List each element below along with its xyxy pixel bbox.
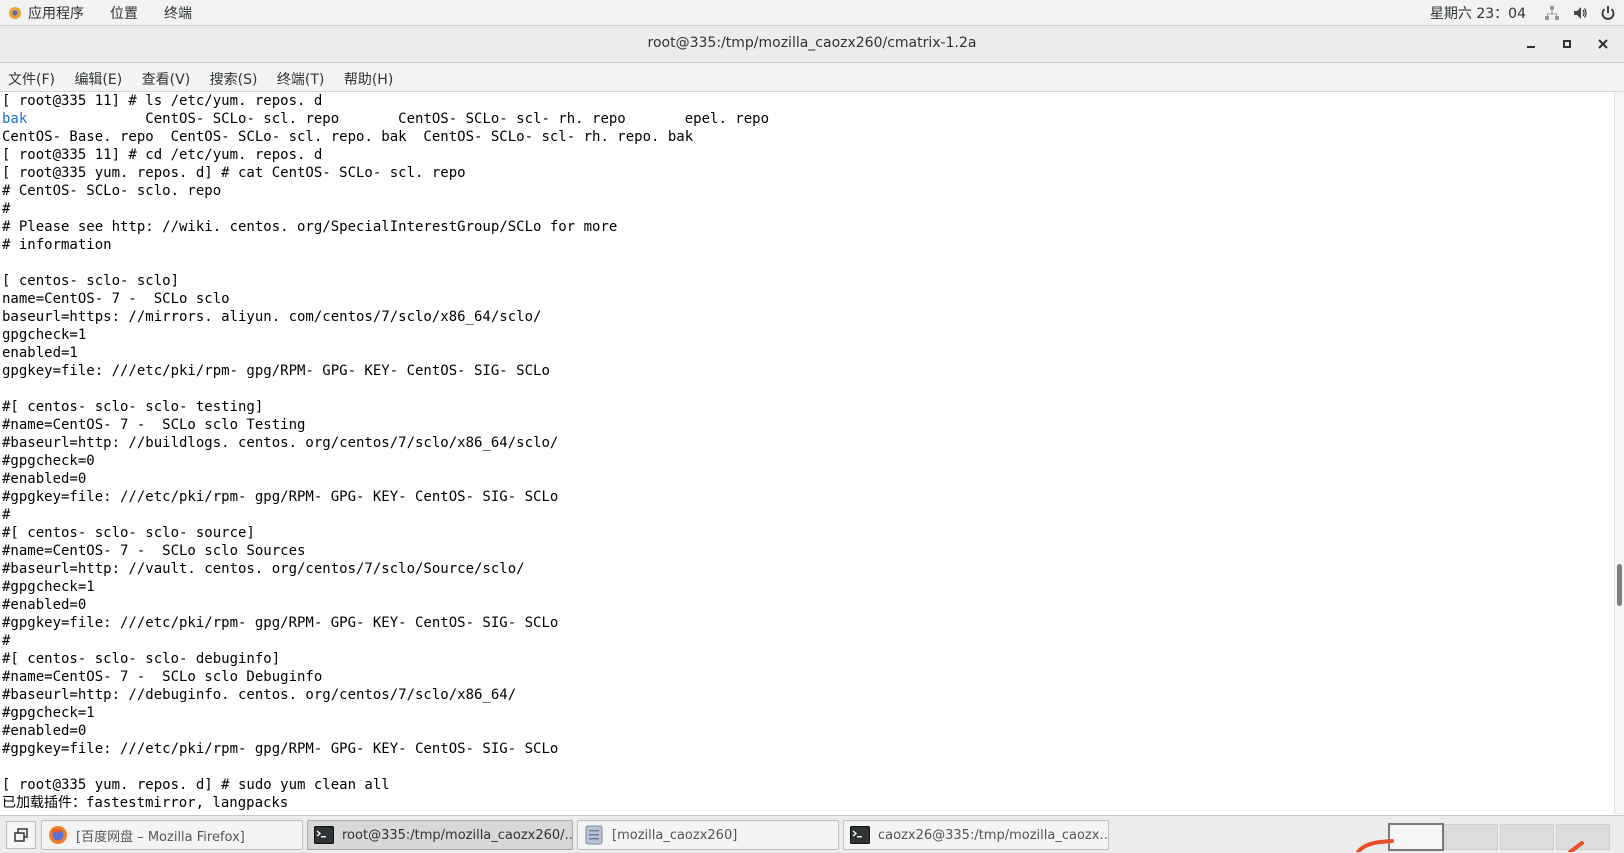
terminal-line: [ root@335 11] # cd /etc/yum. repos. d <box>2 147 323 163</box>
task-terminal-caozx26[interactable]: caozx26@335:/tmp/mozilla_caozx… <box>843 820 1109 850</box>
task-firefox[interactable]: [百度网盘 – Mozilla Firefox] <box>41 820 303 850</box>
terminal-line: #baseurl=http: //buildlogs. centos. org/… <box>2 435 559 451</box>
close-button[interactable] <box>1590 32 1616 56</box>
terminal-line: #gpgcheck=1 <box>2 705 95 721</box>
minimize-icon <box>1527 46 1535 48</box>
menu-terminal[interactable]: 终端(T) <box>269 63 331 89</box>
terminal-line: 已加载插件：fastestmirror, langpacks <box>2 795 289 811</box>
terminal-line: #gpgcheck=0 <box>2 453 95 469</box>
volume-icon[interactable] <box>1572 5 1588 21</box>
terminal-icon <box>314 825 334 845</box>
terminal-line: #name=CentOS- 7 - SCLo sclo Sources <box>2 543 306 559</box>
terminal-line: #gpgkey=file: ///etc/pki/rpm- gpg/RPM- G… <box>2 615 559 631</box>
terminal-line: [ root@335 11] # ls /etc/yum. repos. d <box>2 93 323 109</box>
maximize-button[interactable] <box>1554 32 1580 56</box>
terminal-output[interactable]: [ root@335 11] # ls /etc/yum. repos. d ba… <box>0 92 1614 814</box>
power-icon[interactable] <box>1600 5 1616 21</box>
terminal-line: # information <box>2 237 112 253</box>
terminal-line: #enabled=0 <box>2 471 87 487</box>
terminal-line: #gpgkey=file: ///etc/pki/rpm- gpg/RPM- G… <box>2 741 559 757</box>
terminal-line: enabled=1 <box>2 345 78 361</box>
terminal-line: #enabled=0 <box>2 597 87 613</box>
terminal-line: #gpgkey=file: ///etc/pki/rpm- gpg/RPM- G… <box>2 489 559 505</box>
terminal-line: [ root@335 yum. repos. d] # sudo yum cle… <box>2 777 390 793</box>
terminal-line: # CentOS- SCLo- sclo. repo <box>2 183 222 199</box>
directory-entry: bak <box>2 111 28 127</box>
menu-view[interactable]: 查看(V) <box>134 63 198 89</box>
terminal-line: bak CentOS- SCLo- scl. repo CentOS- SCLo… <box>0 110 1614 128</box>
top-panel: 应用程序 位置 终端 星期六 23：04 <box>0 0 1624 26</box>
task-terminal-root[interactable]: root@335:/tmp/mozilla_caozx260/… <box>307 820 573 850</box>
places-menu[interactable]: 位置 <box>110 3 138 23</box>
file-manager-icon <box>584 825 604 845</box>
window-titlebar[interactable]: root@335:/tmp/mozilla_caozx260/cmatrix-1… <box>0 26 1624 63</box>
menu-help[interactable]: 帮助(H) <box>336 63 400 89</box>
close-icon <box>1598 39 1608 49</box>
terminal-line: #[ centos- sclo- sclo- debuginfo] <box>2 651 281 667</box>
firefox-icon <box>48 825 68 845</box>
task-label: caozx26@335:/tmp/mozilla_caozx… <box>878 827 1109 843</box>
terminal-line: #[ centos- sclo- sclo- source] <box>2 525 255 541</box>
terminal-scrollbar[interactable] <box>1614 92 1624 814</box>
terminal-line: # <box>2 507 11 523</box>
terminal-line: [ root@335 yum. repos. d] # cat CentOS- … <box>2 165 466 181</box>
terminal-line: name=CentOS- 7 - SCLo sclo <box>2 291 230 307</box>
terminal-line: # <box>2 633 11 649</box>
show-desktop-button[interactable] <box>6 821 36 849</box>
annotation-scribble <box>1356 839 1584 852</box>
clock[interactable]: 星期六 23：04 <box>1430 3 1526 23</box>
task-file-manager[interactable]: [mozilla_caozx260] <box>577 820 839 850</box>
terminal-line: #name=CentOS- 7 - SCLo sclo Testing <box>2 417 306 433</box>
terminal-line: gpgcheck=1 <box>2 327 87 343</box>
terminal-app-menu[interactable]: 终端 <box>164 3 192 23</box>
terminal-menubar: 文件(F) 编辑(E) 查看(V) 搜索(S) 终端(T) 帮助(H) <box>0 63 1624 92</box>
window-title: root@335:/tmp/mozilla_caozx260/cmatrix-1… <box>647 35 977 51</box>
file-entries: CentOS- SCLo- scl. repo CentOS- SCLo- sc… <box>27 111 770 127</box>
window-controls <box>1508 32 1616 56</box>
show-desktop-icon <box>14 828 28 842</box>
menu-edit[interactable]: 编辑(E) <box>66 63 129 89</box>
terminal-line: #enabled=0 <box>2 723 87 739</box>
top-panel-menus: 应用程序 位置 终端 <box>8 3 218 23</box>
terminal-line: #name=CentOS- 7 - SCLo sclo Debuginfo <box>2 669 323 685</box>
terminal-line: gpgkey=file: ///etc/pki/rpm- gpg/RPM- GP… <box>2 363 550 379</box>
terminal-line: baseurl=https: //mirrors. aliyun. com/ce… <box>2 309 542 325</box>
applications-icon <box>9 7 21 19</box>
task-label: root@335:/tmp/mozilla_caozx260/… <box>342 827 573 843</box>
terminal-line: #baseurl=http: //debuginfo. centos. org/… <box>2 687 517 703</box>
scrollbar-thumb[interactable] <box>1617 564 1622 606</box>
terminal-line: # Please see http: //wiki. centos. org/S… <box>2 219 618 235</box>
maximize-icon <box>1563 40 1571 48</box>
terminal-line: #[ centos- sclo- sclo- testing] <box>2 399 264 415</box>
terminal-line: # <box>2 201 11 217</box>
minimize-button[interactable] <box>1518 32 1544 56</box>
terminal-line: #gpgcheck=1 <box>2 579 95 595</box>
terminal-line: CentOS- Base. repo CentOS- SCLo- scl. re… <box>2 129 694 145</box>
menu-search[interactable]: 搜索(S) <box>202 63 265 89</box>
task-label: [百度网盘 – Mozilla Firefox] <box>76 829 245 845</box>
system-tray: 星期六 23：04 <box>1418 3 1616 23</box>
menu-file[interactable]: 文件(F) <box>0 63 62 89</box>
terminal-line: #baseurl=http: //vault. centos. org/cent… <box>2 561 525 577</box>
applications-menu[interactable]: 应用程序 <box>28 3 84 23</box>
terminal-line: [ centos- sclo- sclo] <box>2 273 180 289</box>
network-icon[interactable] <box>1544 5 1560 21</box>
task-label: [mozilla_caozx260] <box>612 827 738 843</box>
terminal-icon <box>850 825 870 845</box>
